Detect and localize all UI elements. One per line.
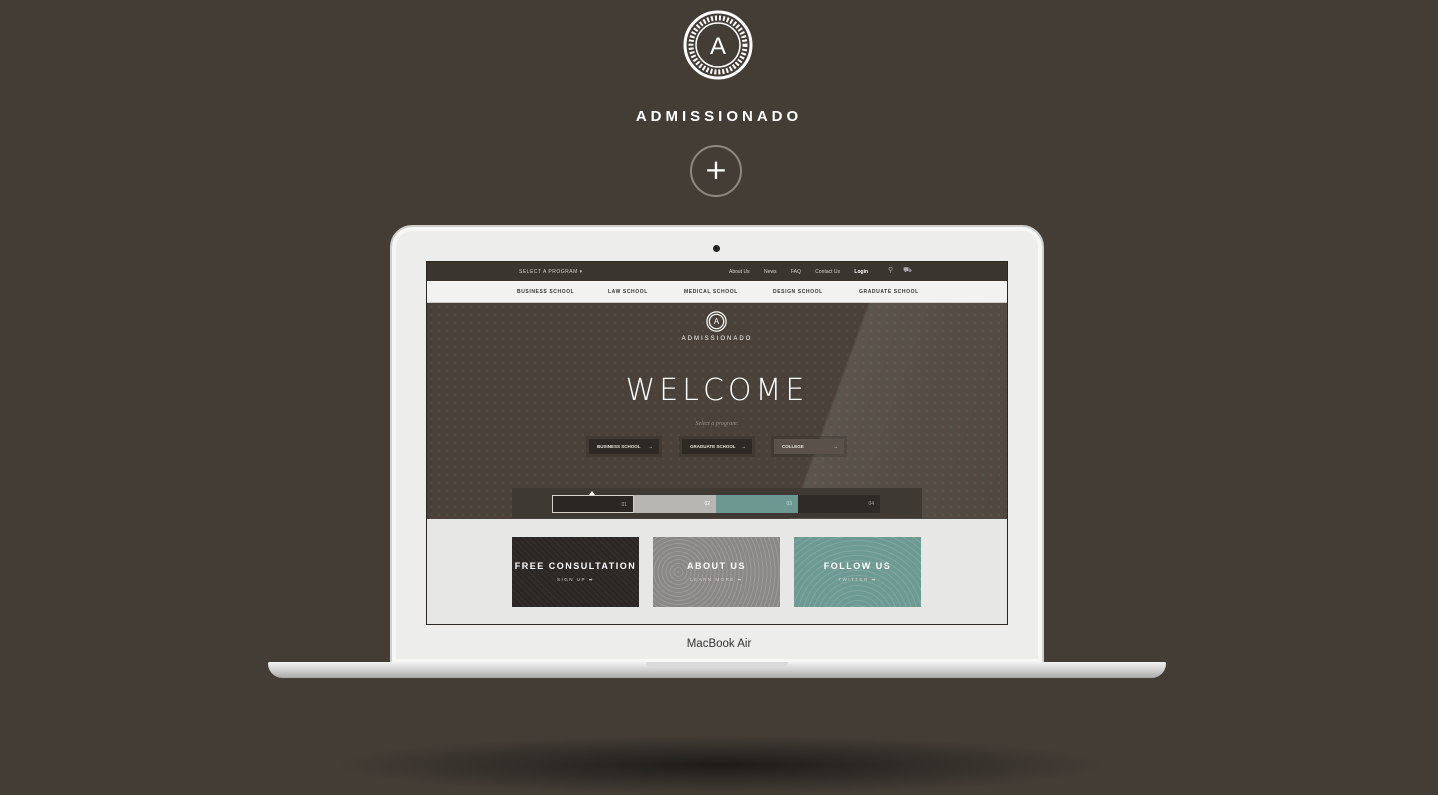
laptop-shadow — [330, 735, 1110, 795]
search-icon[interactable]: ⚲ — [888, 267, 893, 274]
card-about-us[interactable]: ABOUT US LEARN MORE ➡ — [653, 537, 780, 607]
cart-icon[interactable]: ⛟ — [903, 267, 912, 274]
topbar-link-news[interactable]: News — [764, 269, 777, 275]
laptop-notch — [646, 662, 788, 667]
slider-tab-1[interactable]: 01 — [552, 495, 634, 513]
slider-caret-icon — [589, 491, 595, 495]
program-button-business[interactable]: BUSINESS SCHOOL → — [589, 439, 659, 454]
program-button-graduate[interactable]: GRADUATE SCHOOL → — [682, 439, 752, 454]
nav-item-graduate[interactable]: GRADUATE SCHOOL — [859, 289, 919, 295]
slider-tab-3[interactable]: 03 — [716, 495, 798, 513]
topbar-link-about[interactable]: About Us — [729, 269, 750, 275]
login-link[interactable]: Login — [854, 269, 868, 275]
nav-item-design[interactable]: DESIGN SCHOOL — [773, 289, 823, 295]
brand-name: ADMISSIONADO — [635, 108, 803, 125]
slider-tab-4[interactable]: 04 — [798, 495, 880, 513]
card-link[interactable]: TWITTER ➡ — [794, 577, 921, 583]
camera-icon — [713, 245, 720, 252]
select-program-dropdown[interactable]: SELECT A PROGRAM ▾ — [519, 269, 583, 275]
hero-logo-icon: A — [706, 311, 727, 332]
welcome-heading: WELCOME — [625, 373, 809, 408]
nav-item-medical[interactable]: MEDICAL SCHOOL — [684, 289, 738, 295]
card-title: ABOUT US — [687, 561, 746, 571]
program-button-label: COLLEGE — [782, 444, 804, 449]
program-button-label: BUSINESS SCHOOL — [597, 444, 641, 449]
laptop-screen: SELECT A PROGRAM ▾ About Us News FAQ Con… — [426, 261, 1008, 625]
topbar-icons: ⚲ ⛟ — [888, 266, 912, 275]
arrow-right-icon: → — [833, 444, 839, 449]
hero-logo-letter: A — [714, 317, 720, 326]
topbar-link-contact[interactable]: Contact Us — [815, 269, 840, 275]
card-title: FOLLOW US — [823, 561, 892, 571]
select-program-label: SELECT A PROGRAM — [519, 269, 578, 275]
nav-item-business[interactable]: BUSINESS SCHOOL — [517, 289, 574, 295]
card-title: FREE CONSULTATION — [514, 561, 637, 571]
card-free-consultation[interactable]: FREE CONSULTATION SIGN UP ➡ — [512, 537, 639, 607]
select-program-label: Select a program: — [695, 421, 739, 427]
site-nav: BUSINESS SCHOOL LAW SCHOOL MEDICAL SCHOO… — [427, 281, 1007, 303]
topbar-link-faq[interactable]: FAQ — [791, 269, 801, 275]
expand-button[interactable]: + — [690, 145, 742, 197]
site-topbar: SELECT A PROGRAM ▾ About Us News FAQ Con… — [427, 262, 1007, 281]
program-button-college[interactable]: COLLEGE → — [774, 439, 844, 454]
topbar-links: About Us News FAQ Contact Us Login — [729, 269, 881, 275]
arrow-right-icon: → — [648, 444, 654, 449]
slider-tab-2[interactable]: 02 — [634, 495, 716, 513]
program-button-label: GRADUATE SCHOOL — [690, 444, 736, 449]
hero-brand: ADMISSIONADO — [681, 336, 753, 342]
brand-logo-letter: A — [710, 33, 726, 60]
arrow-right-icon: → — [741, 444, 747, 449]
card-link[interactable]: SIGN UP ➡ — [512, 577, 639, 583]
hero-slider-tabs: 01 02 03 04 — [512, 488, 922, 518]
card-follow-us[interactable]: FOLLOW US TWITTER ➡ — [794, 537, 921, 607]
brand-logo-icon: A — [683, 10, 753, 80]
nav-item-law[interactable]: LAW SCHOOL — [608, 289, 648, 295]
device-label: MacBook Air — [686, 638, 752, 650]
card-link[interactable]: LEARN MORE ➡ — [653, 577, 780, 583]
